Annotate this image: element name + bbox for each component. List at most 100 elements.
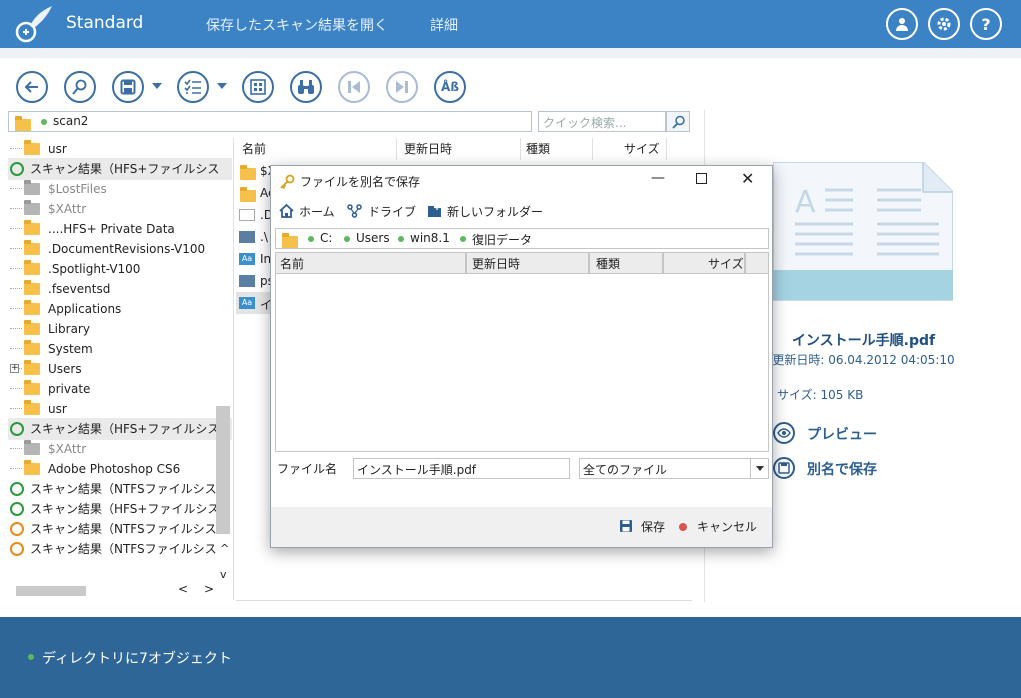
tree-item[interactable]: Adobe Photoshop CS6: [8, 458, 232, 480]
folder-icon: [24, 240, 40, 255]
tree-connector: [10, 188, 22, 189]
preview-label: プレビュー: [807, 427, 877, 443]
search-button[interactable]: [64, 71, 96, 103]
tree-item[interactable]: スキャン結果（HFS+ファイルシス: [8, 158, 232, 180]
pane-divider[interactable]: [233, 138, 234, 600]
menu-open-saved-scan[interactable]: 保存したスキャン結果を開く: [206, 15, 388, 35]
settings-button[interactable]: [928, 8, 960, 40]
tree-item[interactable]: usr: [8, 398, 232, 420]
tree-item[interactable]: Library: [8, 318, 232, 340]
app-logo-icon[interactable]: [14, 4, 54, 44]
column-divider: [588, 253, 590, 274]
scroll-up-arrow[interactable]: ^: [220, 542, 229, 555]
preview-button[interactable]: プレビュー: [773, 420, 973, 446]
tree-item[interactable]: .DocumentRevisions-V100: [8, 238, 232, 260]
find-button[interactable]: [290, 71, 322, 103]
filename-label: ファイル名: [277, 462, 338, 476]
maximize-button[interactable]: [696, 173, 707, 184]
save-as-button[interactable]: 別名で保存: [773, 455, 973, 481]
tree-item[interactable]: $XAttr: [8, 198, 232, 220]
expand-icon[interactable]: +: [10, 364, 19, 373]
tree-item[interactable]: スキャン結果（NTFSファイルシス: [8, 518, 232, 540]
dialog-column-type[interactable]: 種類: [596, 255, 620, 272]
tree-connector: [10, 388, 22, 389]
dialog-file-list[interactable]: 名前 更新日時 種類 サイズ: [275, 252, 769, 452]
column-type[interactable]: 種類: [526, 138, 550, 160]
dialog-column-name[interactable]: 名前: [280, 255, 304, 272]
tree-connector: [10, 408, 22, 409]
column-divider: [666, 138, 667, 160]
path-segment-drive[interactable]: C:: [320, 231, 332, 245]
scroll-left-arrow[interactable]: <: [178, 582, 188, 596]
tree-item[interactable]: .fseventsd: [8, 278, 232, 300]
filename-input[interactable]: インストール手順.pdf: [353, 458, 570, 479]
address-bar[interactable]: scan2: [8, 111, 532, 132]
tree-connector: [10, 288, 22, 289]
filetype-select[interactable]: 全てのファイル: [579, 458, 769, 479]
path-segment-recovery[interactable]: 復旧データ: [472, 231, 532, 248]
dropdown-button[interactable]: [750, 459, 768, 478]
tree-item-label: スキャン結果（HFS+ファイルシス: [30, 162, 220, 176]
dialog-cancel-button[interactable]: キャンセル: [679, 517, 769, 537]
tree-item[interactable]: + Users: [8, 358, 232, 380]
image-icon: [239, 275, 255, 287]
dialog-column-size[interactable]: サイズ: [708, 255, 744, 272]
scroll-down-arrow[interactable]: v: [220, 568, 227, 581]
header-divider: [0, 48, 1021, 58]
dialog-save-button[interactable]: 保存: [619, 517, 669, 537]
close-button[interactable]: ✕: [741, 169, 754, 188]
column-name[interactable]: 名前: [242, 138, 266, 160]
tree-connector: [10, 248, 22, 249]
dialog-column-modified[interactable]: 更新日時: [472, 255, 520, 272]
tree-item-label: $XAttr: [48, 442, 87, 456]
tree-item-label: System: [48, 342, 93, 356]
previous-button[interactable]: [338, 71, 370, 103]
user-button[interactable]: [886, 8, 918, 40]
cancel-dot-icon: [679, 523, 687, 531]
path-separator-dot: [308, 236, 314, 242]
column-modified[interactable]: 更新日時: [404, 138, 452, 160]
menu-details[interactable]: 詳細: [430, 15, 458, 35]
tree-item[interactable]: usr: [8, 138, 232, 160]
question-icon: ?: [981, 14, 991, 34]
font-button[interactable]: Åß: [434, 71, 466, 103]
view-grid-button[interactable]: [242, 71, 274, 103]
next-icon: [396, 81, 408, 93]
tree-item[interactable]: System: [8, 338, 232, 360]
tree-item[interactable]: スキャン結果（NTFSファイルシス: [8, 478, 232, 500]
tree-item[interactable]: .Spotlight-V100: [8, 258, 232, 280]
tree-vertical-scrollbar[interactable]: [216, 406, 230, 534]
minimize-button[interactable]: —: [651, 170, 665, 186]
back-button[interactable]: [16, 71, 48, 103]
tree-item[interactable]: スキャン結果（HFS+ファイルシス: [8, 418, 232, 440]
next-button[interactable]: [386, 71, 418, 103]
gear-icon: [937, 17, 951, 31]
path-segment-users[interactable]: Users: [356, 231, 390, 245]
tree-item[interactable]: $LostFiles: [8, 178, 232, 200]
dialog-footer: 保存 キャンセル: [271, 507, 772, 547]
scroll-right-arrow[interactable]: >: [204, 582, 214, 596]
view-dropdown-arrow[interactable]: [217, 83, 227, 89]
tree-item[interactable]: Applications: [8, 298, 232, 320]
dialog-list-header: [276, 253, 768, 274]
tree-item[interactable]: スキャン結果（HFS+ファイルシス: [8, 498, 232, 520]
path-segment-win81[interactable]: win8.1: [410, 231, 450, 245]
tree-horizontal-scrollbar[interactable]: [16, 586, 86, 596]
save-button[interactable]: [112, 71, 144, 103]
filetype-value: 全てのファイル: [583, 463, 668, 477]
tree-item[interactable]: private: [8, 378, 232, 400]
tree-item[interactable]: $XAttr: [8, 438, 232, 460]
tree-item-label: $XAttr: [48, 202, 87, 216]
folder-tree[interactable]: usr スキャン結果（HFS+ファイルシス $LostFiles $XAttr....…: [8, 138, 232, 600]
dialog-path-bar[interactable]: C: Users win8.1 復旧データ: [275, 228, 769, 249]
quick-search-input[interactable]: クイック検索...: [538, 111, 666, 132]
drive-icon: [347, 204, 362, 218]
tree-item[interactable]: スキャン結果（NTFSファイルシス: [8, 538, 232, 560]
tree-item[interactable]: ....HFS+ Private Data: [8, 218, 232, 240]
save-dropdown-arrow[interactable]: [152, 83, 162, 89]
view-list-button[interactable]: [177, 71, 209, 103]
tree-connector: [10, 328, 22, 329]
quick-search-button[interactable]: [666, 111, 690, 132]
help-button[interactable]: ?: [970, 8, 1002, 40]
column-size[interactable]: サイズ: [624, 138, 660, 160]
